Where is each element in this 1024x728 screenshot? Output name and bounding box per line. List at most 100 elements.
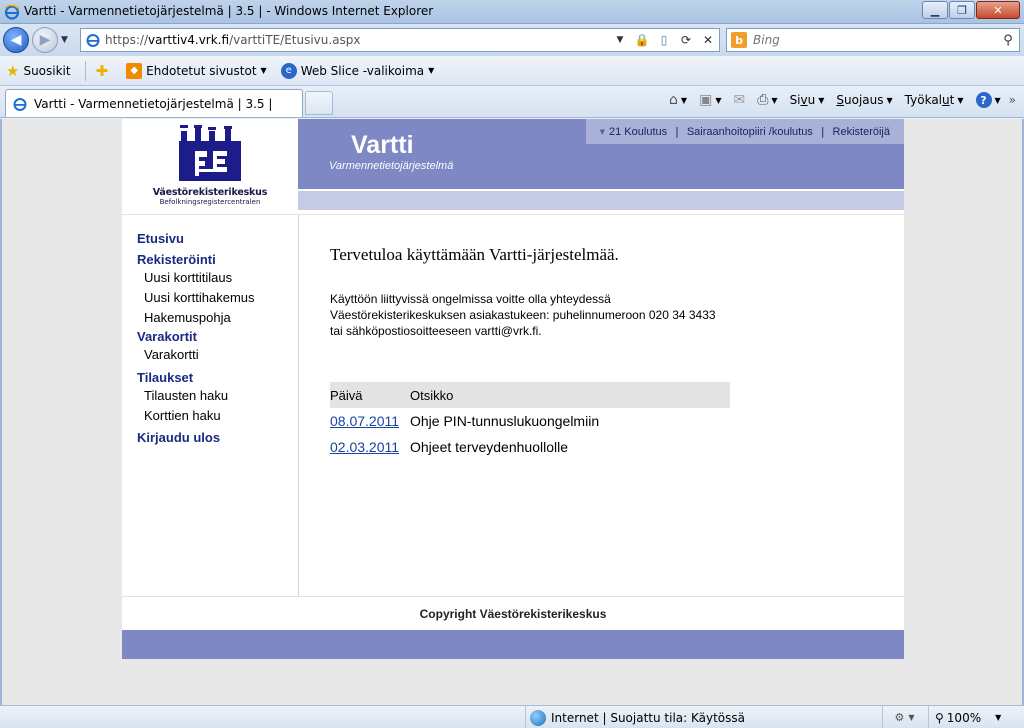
news-date-link[interactable]: 08.07.2011 [330,413,399,429]
news-header-row: Päivä Otsikko [330,382,730,408]
bing-icon: b [731,32,747,48]
minimize-button[interactable]: ▁ [922,1,948,19]
nav-home[interactable]: Etusivu [137,230,298,247]
stop-icon[interactable]: ✕ [697,29,719,51]
page-icon [86,34,100,47]
protected-mode-button[interactable]: ⚙ ▼ [882,706,926,728]
tools-menu-label-end: t [949,93,955,107]
chevron-down-icon: ▼ [260,66,267,75]
add-to-favorites-icon: ✚ [95,61,109,80]
chevron-down-icon: ▼ [818,95,825,105]
tools-menu[interactable]: Työkal u t ▼ [905,93,964,107]
search-box[interactable]: b ⚲ [726,28,1020,52]
forward-button[interactable]: ▶ [32,27,58,53]
compatibility-view-icon[interactable]: ▯ [653,29,675,51]
mail-icon: ✉ [733,92,746,108]
nav-application-template[interactable]: Hakemuspohja [137,308,298,328]
chevron-down-icon: ▼ [886,95,893,105]
nav-backup-cards[interactable]: Varakortit [137,328,298,345]
zoom-level: 100% [946,710,982,725]
security-zone[interactable]: Internet | Suojattu tila: Käytössä [525,706,745,728]
nav-logout[interactable]: Kirjaudu ulos [137,428,298,448]
home-icon: ⌂ [669,92,678,108]
window-titlebar: Vartti - Varmennetietojärjestelmä | 3.5 … [0,0,1024,24]
app-subtitle: Varmennetietojärjestelmä [329,160,454,172]
welcome-heading: Tervetuloa käyttämään Vartti-järjestelmä… [330,245,619,264]
address-dropdown[interactable]: ▼ [609,29,631,51]
news-table: Päivä Otsikko 08.07.2011 Ohje PIN-tunnus… [330,382,730,460]
user-context-bar: ▼ 21 Koulutus | Sairaanhoitopiiri /koulu… [585,119,904,144]
more-commands-chevron[interactable]: » [1009,93,1016,107]
recent-pages-dropdown[interactable]: ▼ [61,35,68,45]
add-favorite-button[interactable]: ✚ [96,62,113,80]
zoom-control[interactable]: ⚲ 100% ▼ [928,706,1001,728]
window-title: Vartti - Varmennetietojärjestelmä | 3.5 … [24,4,434,18]
chevron-down-icon: ▼ [908,713,915,722]
org-name: Väestörekisterikeskus [152,187,268,198]
tools-menu-accesskey: u [942,93,950,107]
lock-icon[interactable]: 🔒 [631,29,653,51]
tab-bar: Vartti - Varmennetietojärjestelmä | 3.5 … [0,86,1024,118]
page-menu-label: Si [789,93,801,107]
url-host: varttiv4.vrk.fi [148,33,230,47]
close-window-button[interactable]: ✕ [976,1,1020,19]
url-path: /varttiTE/Etusivu.aspx [229,33,361,47]
tab-vartti[interactable]: Vartti - Varmennetietojärjestelmä | 3.5 … [5,89,303,117]
nav-new-card-application[interactable]: Uusi korttihakemus [137,288,298,308]
news-header-date: Päivä [330,382,410,408]
magnifier-icon: ⚲ [935,710,944,725]
chevron-down-icon: ▼ [715,95,722,105]
page-menu[interactable]: Si v u ▼ [790,93,825,107]
nav-orders[interactable]: Tilaukset [137,369,298,386]
favorites-button[interactable]: ★ Suosikit [6,62,71,80]
maximize-button[interactable]: ❐ [949,1,975,19]
site-footer: Copyright Väestörekisterikeskus [122,596,904,630]
feeds-button[interactable]: ▣ ▼ [699,92,721,108]
search-icon[interactable]: ⚲ [997,33,1019,48]
context-hospital-district[interactable]: Sairaanhoitopiiri /koulutus [687,126,813,138]
org-name-swedish: Befolkningsregistercentralen [159,198,261,206]
web-slice-gallery-button[interactable]: e Web Slice -valikoima ▼ [280,62,434,79]
org-logo[interactable]: Väestörekisterikeskus Befolkningsregiste… [122,119,298,214]
home-button[interactable]: ⌂ ▼ [669,92,687,108]
back-button[interactable]: ◀ [3,27,29,53]
address-field[interactable]: https://varttiv4.vrk.fi/varttiTE/Etusivu… [80,28,720,52]
tools-menu-label: Työkal [904,93,943,107]
new-tab-button[interactable] [305,91,333,115]
nav-registration[interactable]: Rekisteröinti [137,251,298,268]
suggested-sites-button[interactable]: ◆ Ehdotetut sivustot ▼ [126,62,267,79]
nav-backup-card[interactable]: Varakortti [137,345,298,365]
print-button[interactable]: ⎙ ▼ [757,92,777,108]
news-date-cell: 08.07.2011 [330,408,410,434]
site-header: Vartti Varmennetietojärjestelmä ▼ 21 Kou… [298,119,904,189]
url-scheme: https:// [105,33,149,47]
nav-card-search[interactable]: Korttien haku [137,406,298,426]
safety-menu[interactable]: Suojaus ▼ [836,93,892,107]
header-subbar [298,189,904,214]
settings-icon: ⚙ [894,711,905,724]
vrk-logo-icon [179,125,241,181]
help-menu[interactable]: ? ▼ [975,92,1001,108]
nav-new-card-order[interactable]: Uusi korttitilaus [137,268,298,288]
page-viewport: Väestörekisterikeskus Befolkningsregiste… [0,119,1024,705]
internet-explorer-icon [4,4,20,20]
context-role[interactable]: Rekisteröijä [833,126,890,138]
printer-icon: ⎙ [757,92,769,108]
footer-bar [122,630,904,659]
header-strip [298,191,904,210]
chevron-down-icon: ▼ [771,95,778,105]
context-separator: | [820,125,825,138]
search-input[interactable] [753,33,997,47]
context-training-link[interactable]: 21 Koulutus [609,126,667,138]
news-title-cell: Ohje PIN-tunnuslukuongelmiin [410,413,600,429]
mail-button[interactable]: ✉ [733,92,745,108]
news-date-link[interactable]: 02.03.2011 [330,439,399,455]
news-header-title: Otsikko [410,382,730,408]
chevron-down-icon: ▼ [995,713,1002,722]
favorites-label: Suosikit [23,63,71,78]
main-content: Tervetuloa käyttämään Vartti-järjestelmä… [299,214,904,596]
chevron-down-icon: ▼ [994,95,1001,105]
refresh-icon[interactable]: ⟳ [675,29,697,51]
url-text[interactable]: https://varttiv4.vrk.fi/varttiTE/Etusivu… [105,33,609,47]
nav-order-search[interactable]: Tilausten haku [137,386,298,406]
